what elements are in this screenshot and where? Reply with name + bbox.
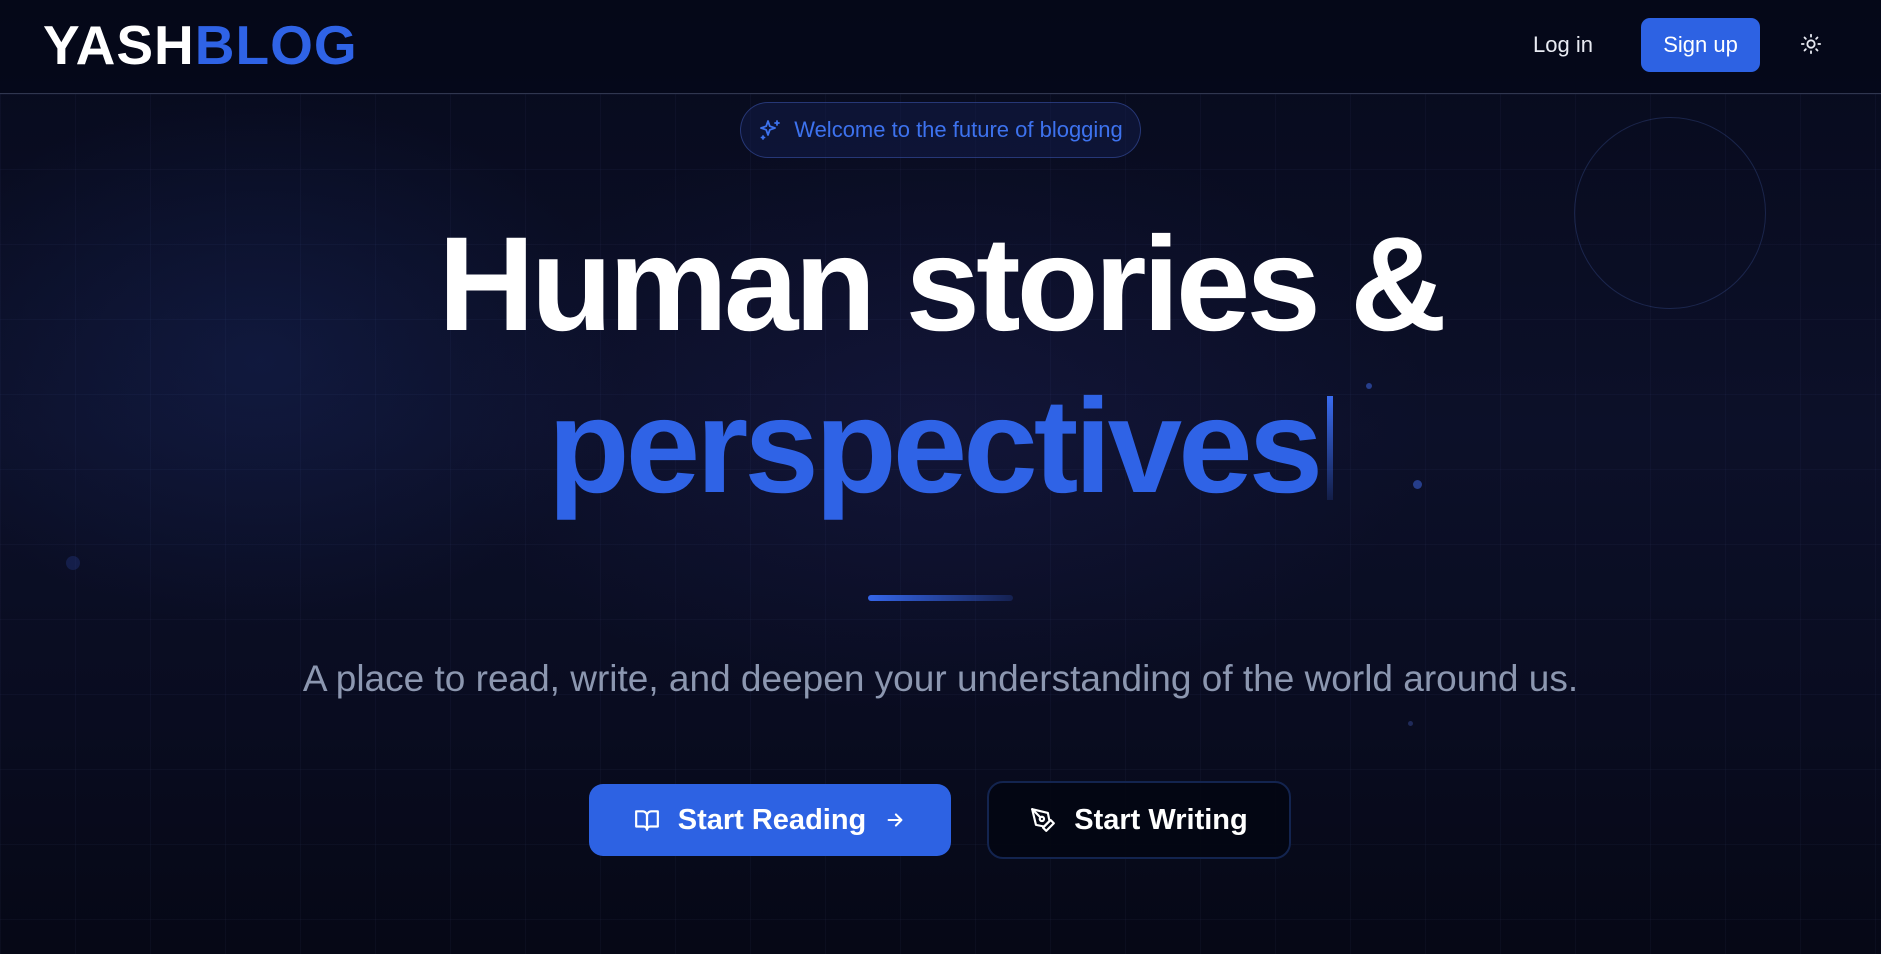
signup-button[interactable]: Sign up [1641,18,1760,72]
login-button[interactable]: Log in [1515,26,1611,64]
accent-divider [868,595,1013,601]
start-writing-label: Start Writing [1074,803,1248,836]
headline-line1: Human stories & [438,210,1447,359]
brand-logo[interactable]: YASHBLOG [43,14,358,76]
headline-line2-text: perspectives [547,372,1323,521]
start-reading-button[interactable]: Start Reading [589,784,951,856]
theme-toggle-button[interactable] [1794,27,1828,61]
landing-page: YASHBLOG Log in Sign up Welcome to the f… [0,0,1881,954]
brand-logo-part2: BLOG [194,14,358,76]
hero-subtitle: A place to read, write, and deepen your … [302,658,1579,699]
brand-logo-part1: YASH [43,14,195,76]
top-navbar: YASHBLOG Log in Sign up [0,0,1881,94]
decorative-dot [66,556,80,570]
welcome-badge: Welcome to the future of blogging [740,102,1141,158]
welcome-badge-text: Welcome to the future of blogging [794,117,1123,142]
book-open-icon [634,807,660,833]
sun-icon [1800,33,1822,55]
arrow-right-icon [884,809,906,831]
start-reading-label: Start Reading [677,803,867,836]
pen-tool-icon [1030,807,1056,833]
start-writing-button[interactable]: Start Writing [987,781,1291,859]
headline-line2: perspectives [0,372,1881,522]
sparkles-icon [758,118,782,142]
typing-cursor [1327,396,1334,500]
decorative-dot [1408,721,1413,726]
